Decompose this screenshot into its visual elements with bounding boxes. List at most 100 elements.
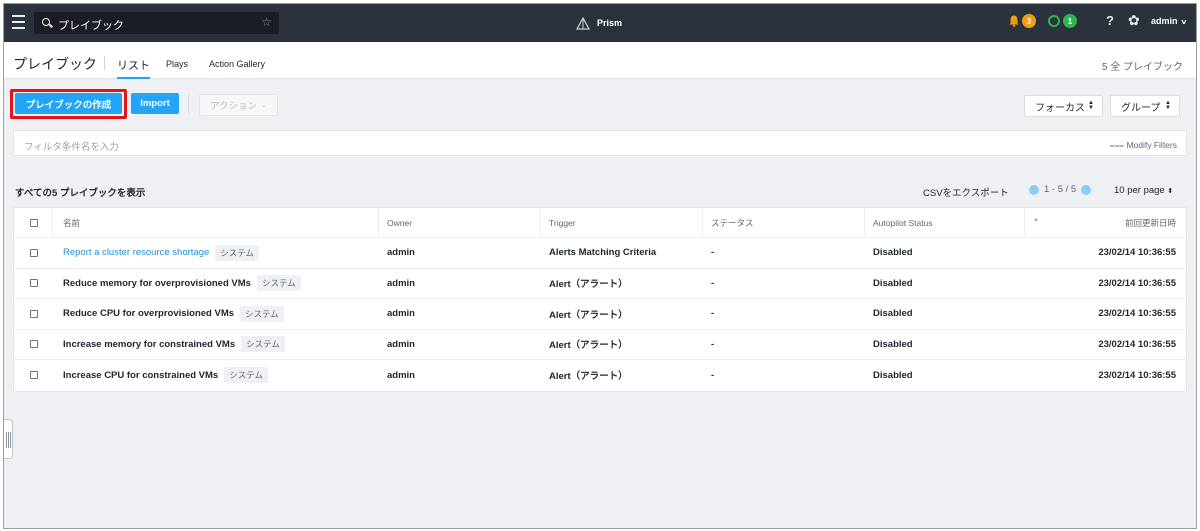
- bell-icon[interactable]: [1009, 15, 1019, 27]
- table-row[interactable]: Increase CPU for constrained VMs システム adm…: [14, 360, 1186, 391]
- owner-cell: admin: [387, 369, 415, 381]
- status-cell: -: [711, 247, 715, 259]
- autopilot-cell: Disabled: [873, 308, 913, 320]
- column-header-status[interactable]: ステータス: [711, 208, 754, 237]
- autopilot-cell: Disabled: [873, 277, 913, 289]
- modify-filters-link[interactable]: ⩶ Modify Filters: [1110, 140, 1177, 151]
- tab-plays[interactable]: Plays: [166, 59, 188, 69]
- trigger-cell: Alert（アラート）: [549, 340, 628, 352]
- system-tag: システム: [215, 244, 260, 261]
- create-playbook-button[interactable]: プレイブックの作成: [15, 93, 122, 114]
- tab-action-gallery[interactable]: Action Gallery: [209, 59, 265, 69]
- tab-list[interactable]: リスト: [117, 57, 150, 79]
- trigger-cell: Alert（アラート）: [549, 309, 628, 321]
- table-row[interactable]: Report a cluster resource shortage システム a…: [14, 238, 1186, 269]
- updated-cell: 23/02/14 10:36:55: [1098, 369, 1176, 381]
- playbook-name[interactable]: Increase memory for constrained VMs: [63, 339, 235, 350]
- playbook-name-link[interactable]: Report a cluster resource shortage: [63, 247, 209, 258]
- next-page-icon[interactable]: [1081, 184, 1092, 195]
- table-row[interactable]: Increase memory for constrained VMs システム …: [14, 330, 1186, 360]
- system-tag: システム: [224, 367, 268, 384]
- status-cell: -: [711, 308, 715, 320]
- header-divider: [104, 56, 105, 70]
- trigger-cell: Alerts Matching Criteria: [549, 247, 657, 259]
- status-indicators: 3 1: [1009, 14, 1077, 28]
- modify-filters-label: Modify Filters: [1126, 140, 1177, 150]
- table-summary: すべての5 プレイブックを表示: [15, 188, 146, 199]
- actions-dropdown[interactable]: アクション ⌄: [199, 94, 278, 116]
- playbook-name[interactable]: Reduce CPU for overprovisioned VMs: [63, 308, 234, 319]
- page-header: プレイブック リスト Plays Action Gallery 5 全 プレイブ…: [4, 42, 1196, 79]
- status-cell: -: [711, 338, 715, 350]
- playbook-table: 名前 Owner Trigger ステータス Autopilot Status …: [13, 207, 1187, 392]
- sort-arrows-icon: ▲ ▼: [1165, 100, 1171, 111]
- column-header-trigger[interactable]: Trigger: [549, 208, 576, 237]
- side-panel-handle[interactable]: [4, 419, 13, 459]
- trigger-cell: Alert（アラート）: [549, 279, 628, 291]
- table-header-row: 名前 Owner Trigger ステータス Autopilot Status …: [14, 208, 1186, 238]
- search-value[interactable]: プレイブック: [58, 17, 124, 33]
- column-header-name[interactable]: 名前: [63, 208, 80, 237]
- system-tag: システム: [240, 305, 284, 322]
- search-icon: [42, 18, 50, 26]
- select-all-checkbox[interactable]: [30, 218, 38, 227]
- column-header-owner[interactable]: Owner: [387, 208, 412, 237]
- user-menu[interactable]: admin v: [1151, 16, 1187, 26]
- row-checkbox[interactable]: [30, 340, 38, 349]
- row-checkbox[interactable]: [30, 279, 38, 288]
- chevron-down-icon: v: [1180, 19, 1187, 26]
- task-ring-icon[interactable]: [1048, 15, 1060, 27]
- column-header-autopilot[interactable]: Autopilot Status: [873, 208, 933, 237]
- toolbar-divider: [188, 94, 189, 114]
- page-title: プレイブック: [13, 56, 97, 72]
- brand: Prism: [575, 15, 623, 31]
- top-navigation-bar: プレイブック ☆ Prism 3 1 ? ✿ admin v: [4, 4, 1196, 42]
- column-divider: [864, 208, 865, 237]
- global-search-input[interactable]: プレイブック ☆: [34, 12, 279, 34]
- table-row[interactable]: Reduce memory for overprovisioned VMs システ…: [14, 269, 1186, 299]
- row-checkbox[interactable]: [30, 248, 38, 257]
- name-cell: Increase memory for constrained VMs システム: [63, 330, 285, 360]
- table-row[interactable]: Reduce CPU for overprovisioned VMs システム a…: [14, 299, 1186, 330]
- prism-logo-icon: [575, 16, 591, 30]
- playbook-name[interactable]: Reduce memory for overprovisioned VMs: [63, 278, 251, 289]
- help-icon[interactable]: ?: [1106, 13, 1114, 28]
- chevron-down-icon: ⌄: [261, 102, 267, 109]
- export-csv-link[interactable]: CSVをエクスポート: [923, 185, 1009, 199]
- filter-input[interactable]: フィルタ条件名を入力: [24, 139, 119, 153]
- column-header-updated[interactable]: 前回更新日時: [1125, 208, 1176, 237]
- row-select-cell: [30, 269, 38, 299]
- column-divider: [378, 208, 379, 237]
- menu-icon[interactable]: [12, 15, 25, 29]
- star-icon[interactable]: ☆: [261, 15, 272, 29]
- actions-label: アクション: [210, 101, 258, 112]
- focus-dropdown[interactable]: フォーカス ▲ ▼: [1024, 95, 1103, 117]
- name-cell: Report a cluster resource shortage システム: [63, 238, 260, 268]
- import-button[interactable]: Import: [131, 93, 179, 114]
- filter-bar[interactable]: フィルタ条件名を入力 ⩶ Modify Filters: [13, 130, 1187, 156]
- gear-icon[interactable]: ✿: [1128, 12, 1140, 29]
- updated-cell: 23/02/14 10:36:55: [1098, 277, 1176, 289]
- column-divider: [1024, 208, 1025, 237]
- per-page-dropdown[interactable]: 10 per page ⬍: [1114, 185, 1173, 196]
- row-checkbox[interactable]: [30, 371, 38, 380]
- tasks-count-badge[interactable]: 1: [1063, 14, 1077, 28]
- sort-icon[interactable]: ▼: [1033, 218, 1039, 224]
- row-select-cell: [30, 238, 38, 268]
- per-page-label: 10 per page: [1114, 185, 1165, 196]
- system-tag: システム: [241, 336, 285, 353]
- row-select-cell: [30, 299, 38, 329]
- prev-page-icon[interactable]: [1029, 184, 1039, 195]
- sort-arrows-icon: ⬍: [1167, 188, 1174, 195]
- autopilot-cell: Disabled: [873, 338, 913, 350]
- brand-name: Prism: [597, 18, 623, 28]
- playbook-name[interactable]: Increase CPU for constrained VMs: [63, 370, 218, 381]
- column-divider: [52, 208, 53, 237]
- updated-cell: 23/02/14 10:36:55: [1098, 308, 1176, 320]
- row-checkbox[interactable]: [30, 309, 38, 318]
- user-name: admin: [1151, 16, 1178, 26]
- autopilot-cell: Disabled: [873, 247, 913, 259]
- group-dropdown[interactable]: グループ ▲ ▼: [1110, 95, 1180, 117]
- updated-cell: 23/02/14 10:36:55: [1098, 247, 1176, 259]
- alerts-count-badge[interactable]: 3: [1022, 14, 1036, 28]
